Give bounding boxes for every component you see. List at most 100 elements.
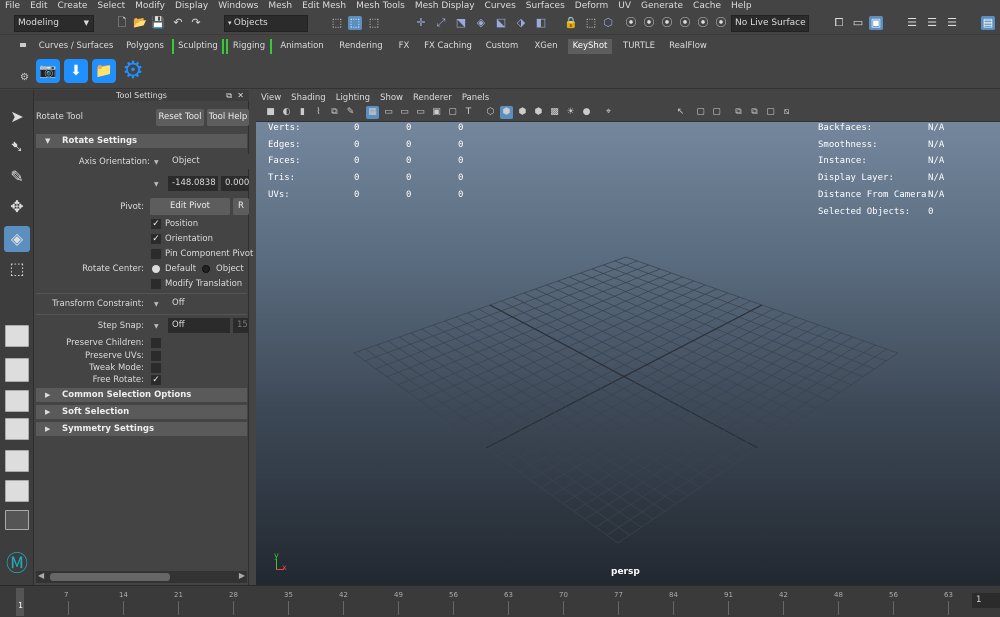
undo-icon[interactable]: ↶ <box>171 16 185 30</box>
menu-file[interactable]: File <box>0 0 25 12</box>
menu-edit[interactable]: Edit <box>25 0 52 12</box>
shelf-tab-realflow[interactable]: RealFlow <box>664 39 712 54</box>
keyshot-settings-icon[interactable]: ⚙ <box>120 57 146 83</box>
magnet-live-icon[interactable]: ⦿ <box>714 16 728 30</box>
open-scene-icon[interactable]: 📂 <box>133 16 147 30</box>
common-selection-options-section[interactable]: ▶ Common Selection Options <box>36 388 247 402</box>
lasso-tool-icon[interactable]: ➷ <box>4 134 30 160</box>
layout-more-icon[interactable] <box>5 510 29 530</box>
symmetry-icon[interactable]: ⬚ <box>584 16 598 30</box>
preserve-uvs-checkbox[interactable] <box>151 351 161 361</box>
axis-x-field[interactable]: -148.0838 <box>168 176 218 191</box>
layout-two-icon[interactable] <box>5 390 29 412</box>
symmetry-settings-section[interactable]: ▶ Symmetry Settings <box>36 422 247 436</box>
shelf-tab-polygons[interactable]: Polygons <box>121 39 169 54</box>
shelf-tab-keyshot[interactable]: KeyShot <box>568 39 612 54</box>
layout-outliner-icon[interactable] <box>5 418 29 440</box>
position-checkbox[interactable]: ✓ <box>151 219 161 229</box>
shelf-tab-xgen[interactable]: XGen <box>528 39 564 54</box>
snap-curve-icon[interactable]: ⤢ <box>434 16 448 30</box>
current-frame-field[interactable]: 1 <box>972 593 1000 608</box>
select-hierarchy-icon[interactable]: ⬚ <box>330 16 344 30</box>
menu-mesh-display[interactable]: Mesh Display <box>410 0 480 12</box>
magnet-surface-icon[interactable]: ⦿ <box>696 16 710 30</box>
menu-modify[interactable]: Modify <box>130 0 170 12</box>
shelf-tab-turtle[interactable]: TURTLE <box>619 39 659 54</box>
menu-create[interactable]: Create <box>53 0 93 12</box>
modify-translation-checkbox[interactable] <box>151 279 161 289</box>
snap-point-icon[interactable]: ⬔ <box>454 16 468 30</box>
magnet-point-icon[interactable]: ⦿ <box>660 16 674 30</box>
shelf-tab-curves-surfaces[interactable]: Curves / Surfaces <box>36 39 116 54</box>
rotate-tool-icon[interactable]: ◈ <box>4 226 30 252</box>
lock-icon[interactable]: 🔒 <box>564 16 578 30</box>
shelf-tab-rigging[interactable]: Rigging <box>226 39 272 54</box>
shelf-tab-rendering[interactable]: Rendering <box>333 39 389 54</box>
rotate-settings-section[interactable]: ▼ Rotate Settings <box>36 134 247 148</box>
save-scene-icon[interactable]: 💾 <box>151 16 165 30</box>
reset-tool-button[interactable]: Reset Tool <box>156 109 204 126</box>
step-snap-select[interactable]: Off <box>168 318 230 333</box>
tweak-mode-checkbox[interactable] <box>151 363 161 373</box>
menu-cache[interactable]: Cache <box>688 0 726 12</box>
menu-display[interactable]: Display <box>170 0 213 12</box>
rotate-center-default-radio[interactable] <box>152 265 160 273</box>
viewport-persp[interactable]: View Shading Lighting Show Renderer Panels ■ … <box>256 91 1000 585</box>
tool-help-button[interactable]: Tool Help <box>207 109 249 126</box>
time-slider[interactable]: 1 7 14 21 28 35 42 49 56 63 70 77 84 91 42 48 56 63 1 <box>0 585 1000 617</box>
snap-view-plane-icon[interactable]: ◈ <box>474 16 488 30</box>
scale-tool-icon[interactable]: ⬚ <box>4 256 30 282</box>
redo-icon[interactable]: ↷ <box>189 16 203 30</box>
workspace-selector[interactable]: Modeling ▼ <box>14 15 94 32</box>
paint-select-tool-icon[interactable]: ✎ <box>4 164 30 190</box>
shelf-menu-icon[interactable] <box>20 43 26 47</box>
menu-surfaces[interactable]: Surfaces <box>521 0 570 12</box>
shelf-tab-fx-caching[interactable]: FX Caching <box>420 39 476 54</box>
selection-mode-selector[interactable]: ▾ Objects <box>224 15 308 32</box>
snap-surface-icon[interactable]: ⬕ <box>494 16 508 30</box>
shelf-options-icon[interactable]: ⚙ <box>20 72 29 83</box>
menu-deform[interactable]: Deform <box>570 0 613 12</box>
layout-vertical-icon[interactable] <box>5 450 29 472</box>
magnet-plane-icon[interactable]: ⦿ <box>678 16 692 30</box>
pin-component-pivot-checkbox[interactable] <box>151 249 161 259</box>
shelf-tab-custom[interactable]: Custom <box>481 39 523 54</box>
shelf-tab-fx[interactable]: FX <box>393 39 415 54</box>
keyshot-folder-icon[interactable]: 📁 <box>92 59 116 83</box>
edit-pivot-button[interactable]: Edit Pivot <box>150 198 230 215</box>
horizontal-scrollbar[interactable]: ◀ ▶ <box>36 571 247 583</box>
select-component-icon[interactable]: ⬚ <box>367 16 381 30</box>
menu-select[interactable]: Select <box>92 0 130 12</box>
layout-four-icon[interactable] <box>5 358 29 382</box>
modeling-toolkit-icon[interactable]: ☰ <box>925 16 939 30</box>
menu-windows[interactable]: Windows <box>213 0 263 12</box>
step-snap-amount-field[interactable]: 15 <box>233 318 249 333</box>
axis-orientation-select[interactable]: Object <box>168 154 249 169</box>
render-region-icon[interactable]: ⧠ <box>832 16 846 30</box>
close-panel-icon[interactable]: ✕ <box>237 91 244 100</box>
scroll-left-icon[interactable]: ◀ <box>38 571 44 580</box>
soft-selection-section[interactable]: ▶ Soft Selection <box>36 405 247 419</box>
orientation-checkbox[interactable]: ✓ <box>151 234 161 244</box>
shelf-tab-sculpting[interactable]: Sculpting <box>172 39 224 54</box>
layout-graph-icon[interactable] <box>5 480 29 502</box>
reset-pivot-button[interactable]: R <box>233 198 249 215</box>
magnet-snap-icon[interactable]: ⦿ <box>624 16 638 30</box>
move-tool-icon[interactable]: ✥ <box>4 194 30 220</box>
snap-vertex-icon[interactable]: ⬗ <box>514 16 528 30</box>
menu-mesh-tools[interactable]: Mesh Tools <box>351 0 410 12</box>
layout-single-icon[interactable] <box>5 325 29 347</box>
ipr-render-icon[interactable]: ▣ <box>869 16 883 30</box>
float-panel-icon[interactable]: ⧉ <box>226 91 232 101</box>
attribute-editor-icon[interactable]: ☰ <box>945 16 959 30</box>
select-tool-icon[interactable]: ➤ <box>4 104 30 130</box>
shelf-tab-animation[interactable]: Animation <box>276 39 328 54</box>
menu-mesh[interactable]: Mesh <box>263 0 297 12</box>
transform-constraint-select[interactable]: Off <box>168 296 228 311</box>
menu-curves[interactable]: Curves <box>480 0 521 12</box>
snap-edge-icon[interactable]: ◧ <box>534 16 548 30</box>
menu-edit-mesh[interactable]: Edit Mesh <box>297 0 351 12</box>
menu-uv[interactable]: UV <box>613 0 636 12</box>
select-object-icon[interactable]: ⬚ <box>348 16 362 30</box>
menu-generate[interactable]: Generate <box>636 0 688 12</box>
